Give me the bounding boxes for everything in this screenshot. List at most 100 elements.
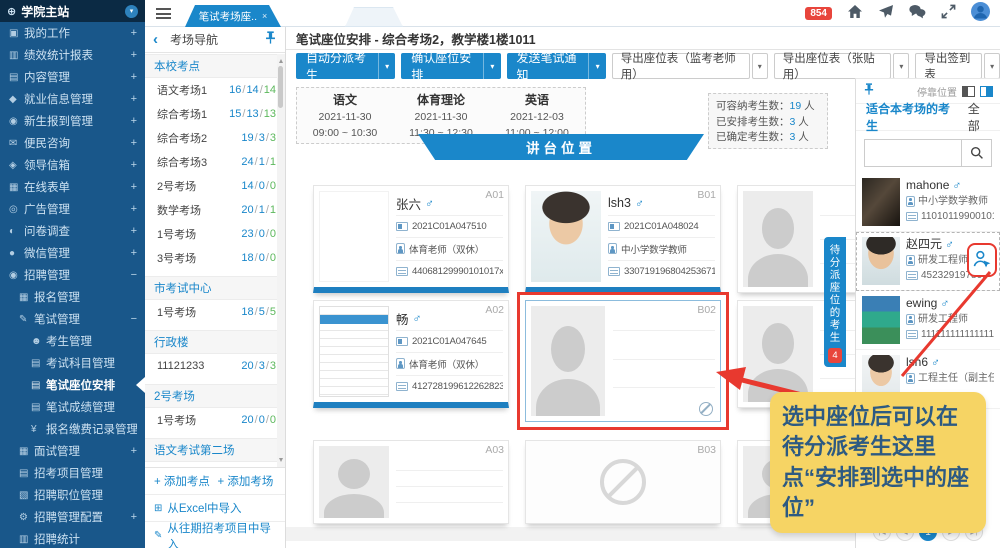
idcard-icon [396, 267, 408, 276]
sidebar-item-project-mgmt[interactable]: ▤招考项目管理 [0, 462, 145, 484]
home-icon[interactable] [847, 4, 863, 24]
chat-icon[interactable] [909, 4, 926, 24]
close-tab-icon[interactable]: × [262, 11, 267, 21]
chevron-down-icon[interactable]: ▾ [378, 53, 395, 79]
male-icon: ♂ [945, 237, 954, 253]
candidate-row[interactable]: mahone♂ 中小学数学教师 110101199001017030 [856, 173, 1000, 232]
export-signin-button[interactable]: 导出签到表▾ [915, 53, 1000, 79]
candidate-row-highlighted[interactable]: 赵四元♂ 研发工程师 452329197809111 [856, 232, 1000, 291]
room-item[interactable]: 1号考场1855 [145, 300, 285, 324]
chevron-down-icon[interactable]: ▾ [893, 53, 909, 79]
sidebar-item-employment[interactable]: ◆就业信息管理+ [0, 88, 145, 110]
sidebar-item-recruit-config[interactable]: ⚙招聘管理配置+ [0, 506, 145, 528]
sidebar-item-my-work[interactable]: ▣我的工作+ [0, 22, 145, 44]
candidate-row[interactable]: ewing♂ 研发工程师 111111111111111111 [856, 291, 1000, 350]
sidebar-collapse-button[interactable]: ▾ [125, 5, 138, 18]
capacity-stats-box: 可容纳考生数：19 人 已安排考生数：3 人 已确定考生数：3 人 [708, 93, 828, 149]
sidebar-item-performance-report[interactable]: ▥绩效统计报表+ [0, 44, 145, 66]
sidebar-item-freshman[interactable]: ◉新生报到管理+ [0, 110, 145, 132]
fullscreen-icon[interactable] [941, 4, 956, 24]
add-site-button[interactable]: + 添加考点 [154, 473, 213, 489]
hamburger-icon[interactable] [156, 8, 171, 19]
chevron-down-icon[interactable]: ▾ [483, 53, 500, 79]
room-item[interactable]: 1号考场2300 [145, 222, 285, 246]
export-invigilator-button[interactable]: 导出座位表（监考老师用）▾ [612, 53, 768, 79]
dock-left-icon[interactable] [962, 86, 975, 97]
chevron-down-icon[interactable]: ▾ [588, 53, 605, 79]
room-item[interactable]: 数学考场2011 [145, 198, 285, 222]
collapse-nav-icon[interactable]: ‹ [153, 31, 158, 48]
room-item[interactable]: 综合考场32411 [145, 150, 285, 174]
room-item[interactable]: 1号考场2000 [145, 408, 285, 432]
male-icon: ♂ [413, 311, 422, 325]
pen-icon: ✎ [19, 314, 34, 325]
sidebar-item-position-mgmt[interactable]: ▧招聘职位管理 [0, 484, 145, 506]
seat-A01[interactable]: 张六♂ 2021C01A047510 体育老师（双休） 440681299901… [313, 185, 509, 293]
seat-B02-selected[interactable]: B02 [517, 292, 729, 430]
search-input[interactable] [864, 139, 962, 167]
seat-B03-disabled[interactable]: B03 [525, 440, 721, 524]
seat-A03[interactable]: A03 [313, 440, 509, 524]
pin-icon[interactable] [863, 82, 875, 100]
pin-icon[interactable] [264, 31, 277, 49]
import-previous-project-button[interactable]: ✎从往期招考项目中导入 [145, 522, 285, 548]
disable-seat-icon[interactable] [699, 402, 713, 416]
sidebar-item-payment-record[interactable]: ¥报名缴费记录管理 [0, 418, 145, 440]
confirm-seat-button[interactable]: 确认座位安排▾ [401, 53, 500, 79]
send-icon[interactable] [878, 4, 894, 24]
id-number: 412728199612262823 [412, 381, 503, 392]
add-room-button[interactable]: + 添加考场 [218, 473, 277, 489]
search-button[interactable] [962, 139, 992, 167]
disabled-seat-icon [600, 459, 646, 505]
calendar-icon: ▦ [19, 446, 34, 457]
sidebar-item-recruit-stats[interactable]: ▥招聘统计 [0, 528, 145, 548]
chevron-down-icon[interactable]: ▾ [752, 53, 768, 79]
tab-written-exam-room[interactable]: 笔试考场座.. × [185, 5, 281, 27]
room-item[interactable]: 综合考场1151313 [145, 102, 285, 126]
nav-scrollbar[interactable] [277, 54, 285, 467]
dock-position-label: 停靠位置 [917, 84, 957, 99]
sidebar-item-wechat[interactable]: ●微信管理+ [0, 242, 145, 264]
auto-assign-button[interactable]: 自动分派考生▾ [296, 53, 395, 79]
tab-all-candidates[interactable]: 全部 [968, 100, 990, 134]
chevron-down-icon[interactable]: ▾ [984, 53, 1000, 79]
sidebar-item-survey[interactable]: ◐问卷调查+ [0, 220, 145, 242]
import-excel-button[interactable]: ⊞从Excel中导入 [145, 495, 285, 522]
room-item[interactable]: 3号考场1800 [145, 246, 285, 270]
assign-to-seat-button[interactable] [967, 243, 997, 277]
room-item[interactable]: 111212332033 [145, 354, 285, 378]
room-item[interactable]: 2号考场1400 [145, 174, 285, 198]
sidebar-item-ads[interactable]: ◎广告管理+ [0, 198, 145, 220]
sidebar-item-written-exam[interactable]: ✎笔试管理− [0, 308, 145, 330]
pending-count-badge: 4 [828, 348, 842, 363]
dock-right-icon[interactable] [980, 86, 993, 97]
room-item-current[interactable]: 综合考场21933 [145, 126, 285, 150]
sidebar-item-seat-arrangement[interactable]: ▤笔试座位安排 [0, 374, 145, 396]
sidebar-header: ⊕ 学院主站 ▾ [0, 0, 145, 22]
sidebar-item-consult[interactable]: ✉便民咨询+ [0, 132, 145, 154]
idcard-icon [608, 267, 620, 276]
tab-fit-candidates[interactable]: 适合本考场的考生 [866, 100, 955, 134]
sidebar-item-interview[interactable]: ▦面试管理+ [0, 440, 145, 462]
examinee-name: lsh3 [608, 196, 631, 210]
sidebar-item-leader-mailbox[interactable]: ◈领导信箱+ [0, 154, 145, 176]
seat-B01[interactable]: lsh3♂ 2021C01A048024 中小学数学教师 33071919680… [525, 185, 721, 293]
sidebar-item-signup-mgmt[interactable]: ▦报名管理 [0, 286, 145, 308]
send-notice-button[interactable]: 发送笔试通知▾ [507, 53, 606, 79]
room-nav-panel: ‹ 考场导航 本校考点 语文考场1161414 综合考场1151313 综合考场… [145, 27, 286, 548]
sidebar-item-examinee-mgmt[interactable]: ☻考生管理 [0, 330, 145, 352]
sidebar-item-content[interactable]: ▤内容管理+ [0, 66, 145, 88]
pending-candidates-tab[interactable]: 待分派座位的考生 4 [824, 237, 846, 367]
user-avatar[interactable] [971, 2, 990, 26]
ticket-icon [396, 337, 408, 346]
sidebar-item-online-form[interactable]: ▦在线表单+ [0, 176, 145, 198]
notification-badge[interactable]: 854 [805, 7, 832, 20]
export-post-button[interactable]: 导出座位表（张贴用）▾ [774, 53, 910, 79]
top-tab-strip: 笔试考场座.. × 854 [145, 0, 1000, 27]
sidebar-item-score-mgmt[interactable]: ▤笔试成绩管理 [0, 396, 145, 418]
room-item[interactable]: 语文考场1161414 [145, 78, 285, 102]
sidebar-item-subject-mgmt[interactable]: ▤考试科目管理 [0, 352, 145, 374]
sidebar-item-recruit[interactable]: ◉招聘管理− [0, 264, 145, 286]
seat-number: B03 [697, 444, 716, 456]
seat-A02[interactable]: 畅♂ 2021C01A047645 体育老师（双休） 4127281996122… [313, 300, 509, 408]
